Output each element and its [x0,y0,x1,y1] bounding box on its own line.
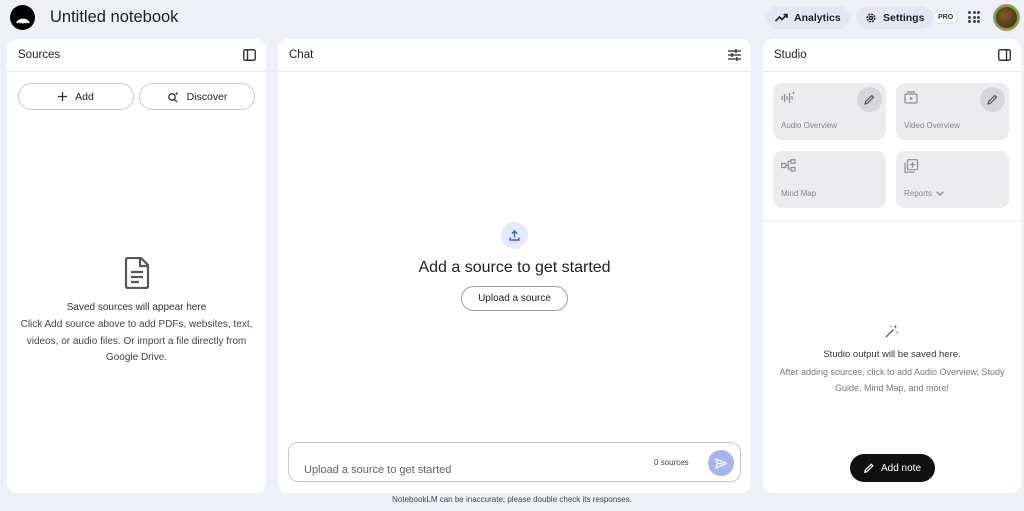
source-count: 0 sources [654,458,689,467]
discover-label: Discover [186,90,228,103]
video-overview-label: Video Overview [904,121,960,130]
magic-wand-icon [885,324,899,338]
chat-empty-heading: Add a source to get started [418,259,611,276]
add-source-label: Add [75,90,94,103]
logo-icon [15,18,30,24]
plus-icon [58,92,68,101]
audio-overview-label: Audio Overview [781,121,838,130]
sources-header: Sources [7,39,266,72]
video-icon [904,91,918,104]
trending-up-icon [775,13,788,22]
studio-empty-heading: Studio output will be saved here. [823,349,961,360]
audio-overview-tile[interactable]: Audio Overview [773,83,886,140]
settings-button[interactable]: Settings [856,6,934,29]
divider [763,220,1021,221]
sources-empty-heading: Saved sources will appear here [66,302,207,313]
reports-label: Reports [904,189,933,198]
audio-wave-icon [781,91,796,103]
collapse-panel-icon[interactable] [243,49,256,61]
chat-header: Chat [278,39,751,72]
pro-badge: PRO [933,11,959,24]
studio-empty-state: Studio output will be saved here. After … [763,324,1021,396]
chat-input-placeholder: Upload a source to get started [304,464,452,476]
pencil-icon [864,94,875,105]
pencil-icon [987,94,998,105]
reports-tile[interactable]: Reports [896,151,1009,208]
mind-map-icon [781,159,796,172]
sources-title: Sources [18,49,61,61]
chevron-down-icon[interactable] [936,191,944,196]
sources-empty-text: Click Add source above to add PDFs, webs… [20,319,253,363]
chat-empty-state: Add a source to get started Upload a sou… [278,222,751,311]
video-overview-tile[interactable]: Video Overview [896,83,1009,140]
send-button[interactable] [708,450,734,476]
notebooklm-logo[interactable] [10,5,35,30]
add-note-label: Add note [880,462,922,474]
edit-audio-overview-button[interactable] [857,87,882,112]
add-note-button[interactable]: Add note [850,454,935,482]
analytics-label: Analytics [794,11,841,24]
discover-sources-button[interactable]: Discover [139,83,255,110]
add-source-button[interactable]: Add [18,83,134,110]
search-sparkle-icon [167,91,179,102]
studio-panel: Studio Audio Overview Video Overview Min… [763,39,1021,493]
mind-map-tile[interactable]: Mind Map [773,151,886,208]
upload-source-button[interactable]: Upload a source [461,286,568,311]
sources-panel: Sources Add Discover Saved sources will … [7,39,266,493]
top-bar: Untitled notebook Analytics Settings PRO [0,0,1024,38]
notebook-title[interactable]: Untitled notebook [50,8,178,27]
document-icon [124,256,149,290]
reports-label-row: Reports [904,189,944,198]
studio-title: Studio [774,49,807,61]
upload-badge [501,222,528,249]
collapse-panel-icon[interactable] [998,49,1011,61]
gear-icon [866,12,876,23]
apps-grid-icon[interactable] [968,11,980,23]
studio-header: Studio [763,39,1021,72]
disclaimer-footer: NotebookLM can be inaccurate; please dou… [392,495,632,504]
upload-icon [509,230,520,241]
chat-title: Chat [289,49,314,61]
analytics-button[interactable]: Analytics [766,6,850,29]
edit-video-overview-button[interactable] [980,87,1005,112]
avatar[interactable] [994,5,1019,30]
sources-empty-state: Saved sources will appear here Click Add… [7,256,266,367]
pencil-icon [864,463,874,473]
reports-icon [904,159,919,173]
studio-empty-text: After adding sources, click to add Audio… [779,367,1005,393]
tune-settings-icon[interactable] [728,49,741,61]
send-icon [715,457,727,469]
settings-label: Settings [883,11,925,24]
chat-panel: Chat Add a source to get started Upload … [278,39,751,493]
chat-input[interactable]: Upload a source to get started 0 sources [288,442,741,482]
mind-map-label: Mind Map [781,189,817,198]
